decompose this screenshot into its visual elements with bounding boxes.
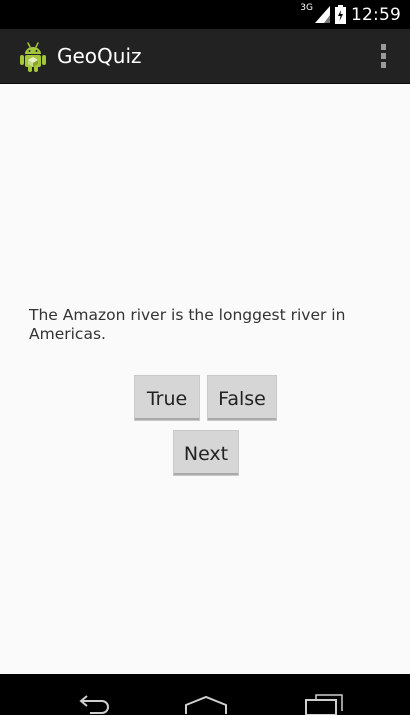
navigation-bar: [0, 674, 410, 715]
recents-icon: [304, 689, 344, 715]
status-bar: 3G 12:59: [0, 0, 410, 29]
android-icon: [18, 41, 48, 73]
app-title: GeoQuiz: [57, 44, 142, 68]
back-button[interactable]: [52, 674, 132, 715]
menu-dot: [380, 53, 386, 59]
battery-icon: [335, 5, 346, 24]
false-button[interactable]: False: [208, 376, 276, 420]
menu-dot: [380, 44, 386, 50]
menu-dot: [380, 62, 386, 68]
home-icon: [184, 689, 228, 715]
home-button[interactable]: [166, 674, 246, 715]
status-clock: 12:59: [351, 4, 401, 25]
next-button[interactable]: Next: [174, 431, 238, 475]
true-button[interactable]: True: [135, 376, 199, 420]
action-bar: GeoQuiz: [0, 29, 410, 84]
back-icon: [72, 689, 112, 715]
network-type-label: 3G: [300, 2, 313, 13]
overflow-menu-icon[interactable]: [378, 44, 388, 70]
recents-button[interactable]: [284, 674, 364, 715]
question-text: The Amazon river is the longgest river i…: [29, 306, 346, 343]
status-icons: 3G 12:59: [300, 0, 401, 29]
quiz-content: The Amazon river is the longgest river i…: [0, 84, 410, 674]
device-screen: 3G 12:59 GeoQuiz The Amazon river is the…: [0, 0, 410, 715]
signal-icon: [315, 6, 330, 23]
